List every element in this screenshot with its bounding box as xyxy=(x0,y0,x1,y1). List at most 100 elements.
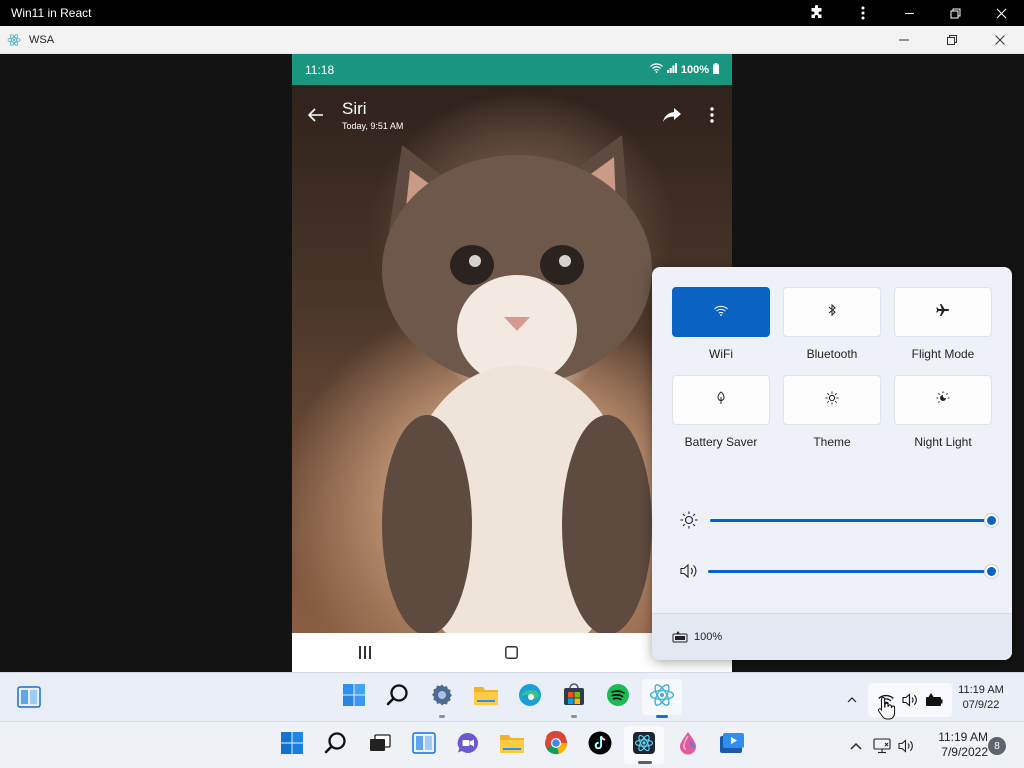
wsa-restore-button[interactable] xyxy=(928,26,976,54)
windows-start-icon xyxy=(280,731,304,760)
inner-clock-time: 11:19 AM xyxy=(958,684,1004,696)
flight-mode-label: Flight Mode xyxy=(911,347,975,361)
volume-track[interactable] xyxy=(708,564,998,578)
chat-icon xyxy=(456,731,480,760)
home-icon[interactable] xyxy=(492,633,532,672)
search-icon xyxy=(324,731,348,760)
network-icon[interactable] xyxy=(872,736,892,756)
bluetooth-icon xyxy=(828,303,836,321)
browser-minimize-button[interactable] xyxy=(886,0,932,26)
chrome-icon xyxy=(544,730,568,760)
inner-clock-date: 07/9/22 xyxy=(962,699,1000,711)
spotify-app[interactable] xyxy=(598,679,638,715)
folder-icon xyxy=(473,684,499,711)
host-file-explorer-app[interactable] xyxy=(492,726,532,764)
wifi-icon xyxy=(649,63,663,76)
host-tray-overflow-chevron-icon[interactable] xyxy=(844,732,868,760)
win11-react-taskbar: 11:19 AM 07/9/22 xyxy=(0,672,1024,721)
search-button[interactable] xyxy=(378,679,418,715)
edge-icon xyxy=(518,683,542,712)
tray-overflow-chevron-icon[interactable] xyxy=(840,686,864,714)
browser-titlebar: Win11 in React xyxy=(0,0,1024,26)
gear-icon xyxy=(430,683,454,712)
widgets-icon[interactable] xyxy=(16,685,42,709)
volume-icon[interactable] xyxy=(896,736,916,756)
host-chrome-app[interactable] xyxy=(536,726,576,764)
brightness-track[interactable] xyxy=(710,513,998,527)
battery-percent: 100% xyxy=(694,631,723,643)
flight-mode-toggle[interactable] xyxy=(894,287,992,337)
wsa-minimize-button[interactable] xyxy=(880,26,928,54)
wifi-label: WiFi xyxy=(709,347,733,361)
widgets-icon xyxy=(412,731,436,759)
volume-thumb[interactable] xyxy=(985,564,998,578)
hand-cursor-icon xyxy=(877,696,897,720)
wsa-close-button[interactable] xyxy=(976,26,1024,54)
browser-restore-button[interactable] xyxy=(932,0,978,26)
host-clock-date: 7/9/2022 xyxy=(941,745,988,759)
night-light-label: Night Light xyxy=(914,435,972,449)
media-player-icon xyxy=(719,732,745,759)
host-chat-button[interactable] xyxy=(448,726,488,764)
file-explorer-app[interactable] xyxy=(466,679,506,715)
react-icon xyxy=(633,731,655,759)
host-search-button[interactable] xyxy=(316,726,356,764)
wsa-title: WSA xyxy=(29,33,55,46)
volume-icon xyxy=(679,561,699,581)
photo-date: Today, 9:51 AM xyxy=(342,121,404,131)
host-media-app[interactable] xyxy=(712,726,752,764)
host-widgets-button[interactable] xyxy=(404,726,444,764)
more-options-icon[interactable] xyxy=(692,95,732,135)
night-light-toggle[interactable] xyxy=(894,375,992,425)
notification-badge[interactable]: 8 xyxy=(988,737,1006,755)
wifi-toggle[interactable] xyxy=(672,287,770,337)
quick-settings-panel: WiFi Bluetooth Flight Mode Battery Saver… xyxy=(652,267,1012,660)
search-icon xyxy=(386,683,410,712)
recents-icon[interactable] xyxy=(345,633,385,672)
host-clock-time: 11:19 AM xyxy=(938,730,988,744)
back-arrow-icon[interactable] xyxy=(295,94,337,136)
brightness-slider[interactable] xyxy=(679,510,998,530)
battery-saver-toggle[interactable] xyxy=(672,375,770,425)
host-win11-react-app[interactable] xyxy=(624,726,664,764)
host-task-view-button[interactable] xyxy=(360,726,400,764)
start-button[interactable] xyxy=(334,679,374,715)
browser-menu-icon[interactable] xyxy=(840,0,886,26)
quick-settings-footer: 100% xyxy=(652,613,1012,660)
battery-saver-label: Battery Saver xyxy=(684,435,758,449)
theme-label: Theme xyxy=(813,435,851,449)
battery-icon xyxy=(713,62,719,77)
host-taskbar-clock[interactable]: 11:19 AM 7/9/2022 xyxy=(926,730,988,760)
settings-app[interactable] xyxy=(422,679,462,718)
night-light-icon xyxy=(936,391,950,410)
airplane-icon xyxy=(936,303,950,322)
browser-close-button[interactable] xyxy=(978,0,1024,26)
host-tiktok-app[interactable] xyxy=(580,726,620,764)
store-app[interactable] xyxy=(554,679,594,718)
host-taskbar: 11:19 AM 7/9/2022 8 xyxy=(0,721,1024,768)
host-start-button[interactable] xyxy=(272,726,312,764)
share-icon[interactable] xyxy=(652,95,692,135)
theme-toggle[interactable] xyxy=(783,375,881,425)
battery-icon xyxy=(924,690,944,710)
brightness-thumb[interactable] xyxy=(985,513,998,527)
react-icon xyxy=(649,683,675,712)
inner-taskbar-clock[interactable]: 11:19 AM 07/9/22 xyxy=(948,683,1014,713)
volume-icon xyxy=(900,690,920,710)
photo-contact-name: Siri xyxy=(342,99,367,118)
wsa-app[interactable] xyxy=(642,679,682,718)
signal-icon xyxy=(666,63,677,76)
status-battery-text: 100% xyxy=(680,63,709,76)
tiktok-icon xyxy=(588,731,612,760)
host-paint-app[interactable] xyxy=(668,726,708,764)
edge-app[interactable] xyxy=(510,679,550,715)
extensions-icon[interactable] xyxy=(794,0,840,26)
windows-start-icon xyxy=(342,683,366,712)
react-icon xyxy=(7,33,21,47)
battery-saver-icon xyxy=(716,390,726,410)
brightness-icon xyxy=(679,510,699,530)
wsa-titlebar: WSA xyxy=(0,26,1024,54)
bluetooth-toggle[interactable] xyxy=(783,287,881,337)
theme-icon xyxy=(825,391,839,410)
volume-slider[interactable] xyxy=(679,561,998,581)
